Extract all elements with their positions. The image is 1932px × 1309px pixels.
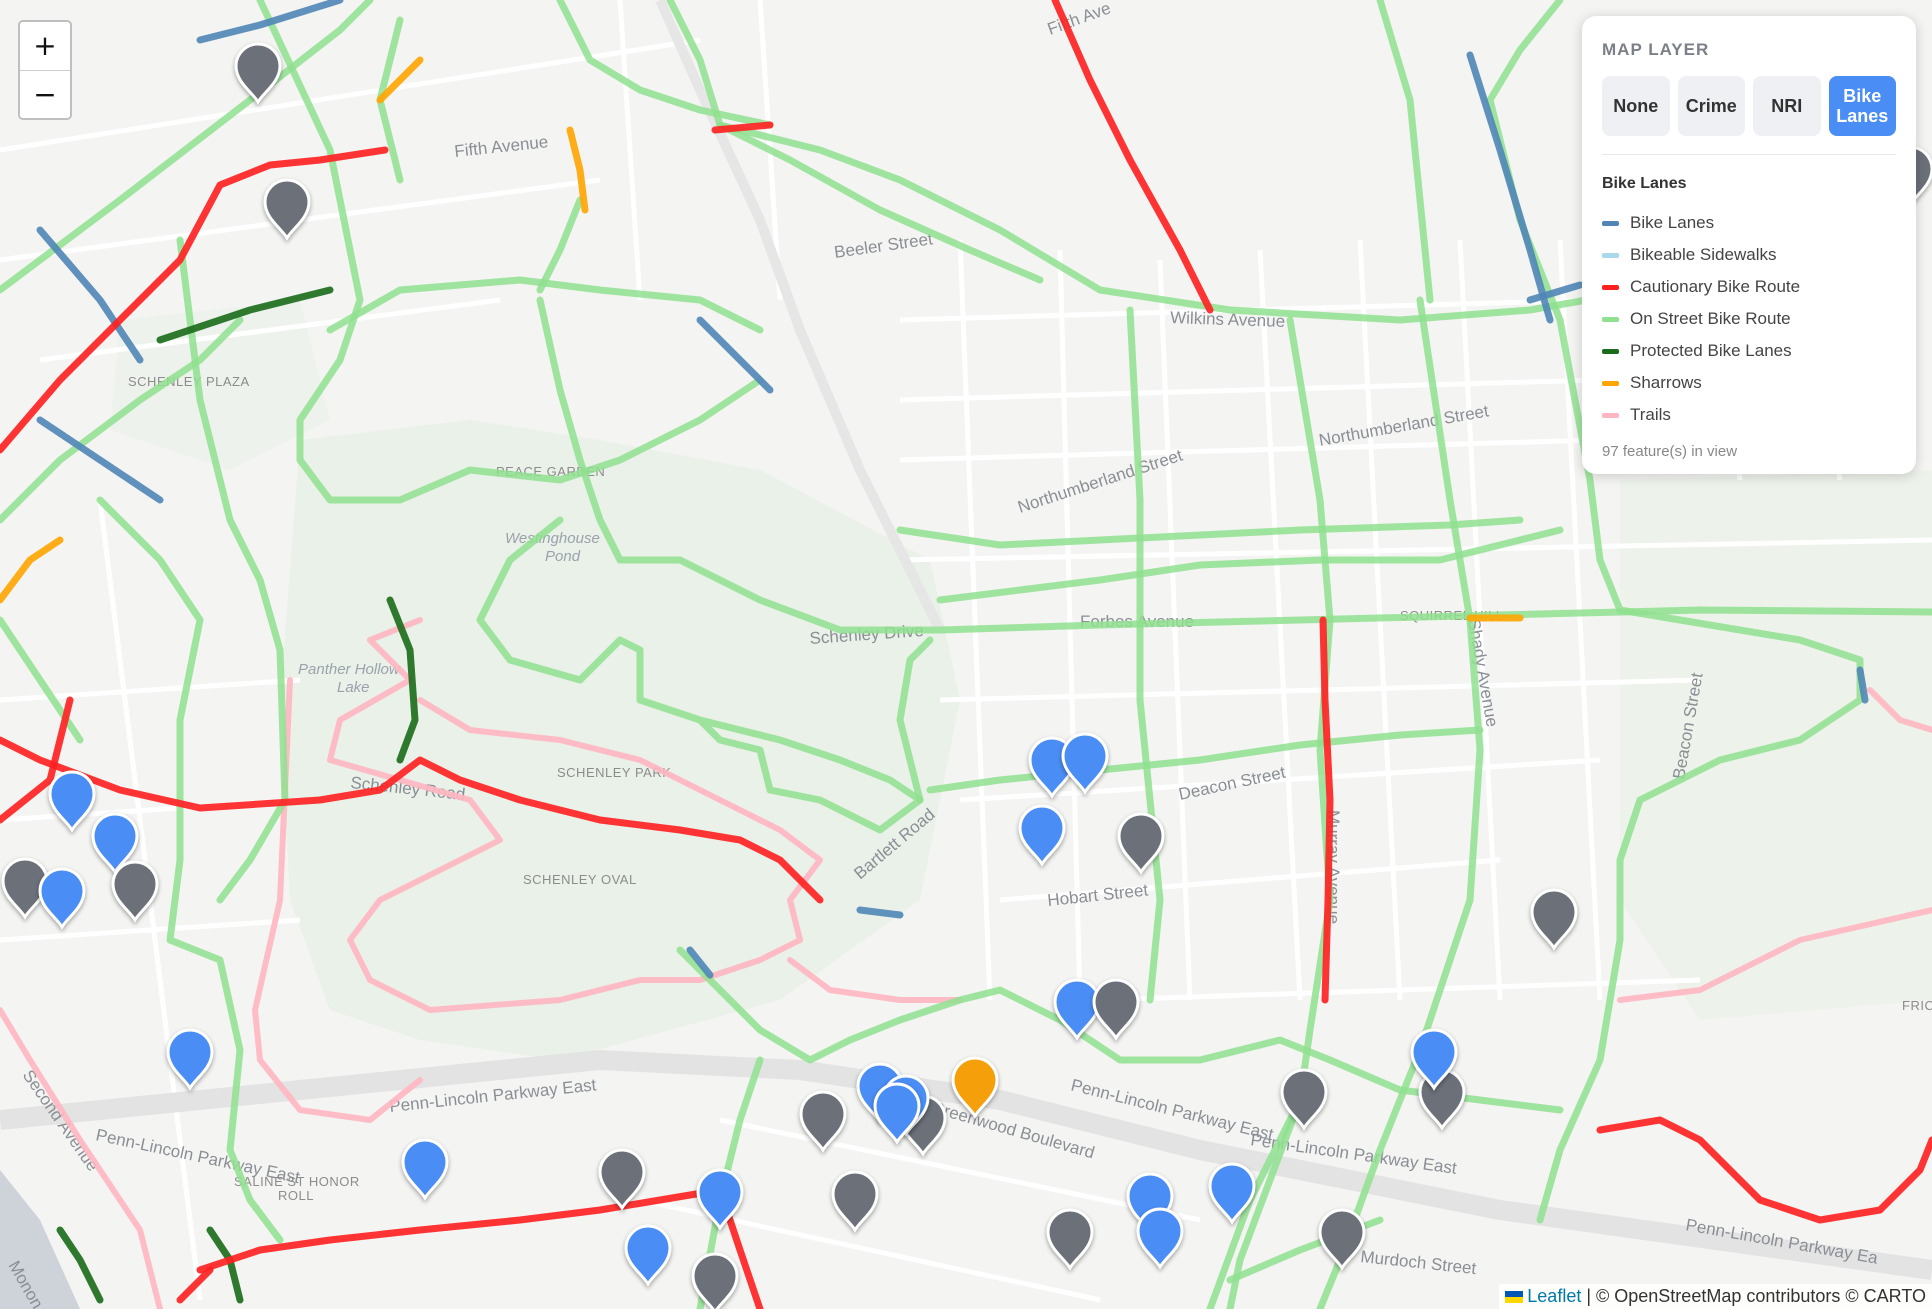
ukraine-flag-icon — [1505, 1291, 1524, 1303]
map-marker-gray[interactable] — [1280, 1068, 1328, 1131]
legend-swatch — [1602, 348, 1619, 354]
legend-swatch — [1602, 220, 1619, 226]
map-marker-orange[interactable] — [951, 1056, 999, 1119]
legend-item: Cautionary Bike Route — [1602, 271, 1896, 303]
map-marker-blue[interactable] — [1061, 732, 1109, 795]
panel-title: MAP LAYER — [1602, 40, 1710, 59]
legend-label: Protected Bike Lanes — [1630, 341, 1792, 360]
legend-label: Sharrows — [1630, 373, 1702, 392]
map-marker-blue[interactable] — [48, 770, 96, 833]
map-marker-gray[interactable] — [1318, 1208, 1366, 1271]
legend-item: Bikeable Sidewalks — [1602, 239, 1896, 271]
feature-count: 97 feature(s) in view — [1602, 443, 1738, 460]
map-layer-panel: MAP LAYER None Crime NRI Bike Lanes Bike… — [1582, 16, 1916, 474]
legend-swatch — [1602, 316, 1619, 322]
attribution-text: | © OpenStreetMap contributors © CARTO — [1581, 1286, 1926, 1306]
map-marker-blue[interactable] — [166, 1028, 214, 1091]
leaflet-link[interactable]: Leaflet — [1527, 1286, 1581, 1306]
legend-item: On Street Bike Route — [1602, 303, 1896, 335]
legend: Bike Lanes Bikeable Sidewalks Cautionary… — [1602, 207, 1896, 431]
attribution: Leaflet | © OpenStreetMap contributors ©… — [1499, 1284, 1932, 1309]
panel-divider — [1602, 154, 1896, 155]
legend-item: Trails — [1602, 399, 1896, 431]
layer-button-crime[interactable]: Crime — [1677, 76, 1745, 136]
map-marker-gray[interactable] — [1117, 812, 1165, 875]
map-marker-blue[interactable] — [1053, 978, 1101, 1041]
legend-item: Protected Bike Lanes — [1602, 335, 1896, 367]
map-marker-gray[interactable] — [691, 1252, 739, 1309]
legend-swatch — [1602, 284, 1619, 290]
zoom-in-button[interactable]: + — [20, 22, 70, 70]
legend-label: Bike Lanes — [1630, 213, 1715, 232]
map-marker-gray[interactable] — [1530, 888, 1578, 951]
legend-label: Bikeable Sidewalks — [1630, 245, 1777, 264]
map-marker-blue[interactable] — [624, 1224, 672, 1287]
map-marker-gray[interactable] — [111, 860, 159, 923]
legend-swatch — [1602, 252, 1619, 258]
map-marker-blue[interactable] — [1018, 804, 1066, 867]
legend-swatch — [1602, 380, 1619, 386]
map-marker-blue[interactable] — [1136, 1207, 1184, 1270]
legend-label: On Street Bike Route — [1630, 309, 1791, 328]
legend-item: Bike Lanes — [1602, 207, 1896, 239]
layer-buttons: None Crime NRI Bike Lanes — [1602, 76, 1896, 136]
map-marker-gray[interactable] — [598, 1148, 646, 1211]
legend-swatch — [1602, 412, 1619, 418]
map-marker-blue[interactable] — [401, 1138, 449, 1201]
zoom-out-button[interactable]: − — [20, 70, 70, 118]
legend-item: Sharrows — [1602, 367, 1896, 399]
map-marker-blue[interactable] — [1208, 1162, 1256, 1225]
map-marker-gray[interactable] — [234, 42, 282, 105]
map-marker-blue[interactable] — [38, 867, 86, 930]
map-marker-blue[interactable] — [696, 1168, 744, 1231]
legend-label: Cautionary Bike Route — [1630, 277, 1801, 296]
layer-button-none[interactable]: None — [1602, 76, 1670, 136]
legend-title: Bike Lanes — [1602, 175, 1687, 192]
map-marker-gray[interactable] — [1092, 978, 1140, 1041]
map-marker-gray[interactable] — [831, 1170, 879, 1233]
zoom-control: + − — [18, 20, 72, 120]
legend-label: Trails — [1630, 405, 1671, 424]
map-marker-gray[interactable] — [263, 178, 311, 241]
layer-button-bike-lanes[interactable]: Bike Lanes — [1828, 76, 1896, 136]
map-marker-gray[interactable] — [1046, 1208, 1094, 1271]
layer-button-nri[interactable]: NRI — [1753, 76, 1821, 136]
map-marker-gray[interactable] — [799, 1090, 847, 1153]
